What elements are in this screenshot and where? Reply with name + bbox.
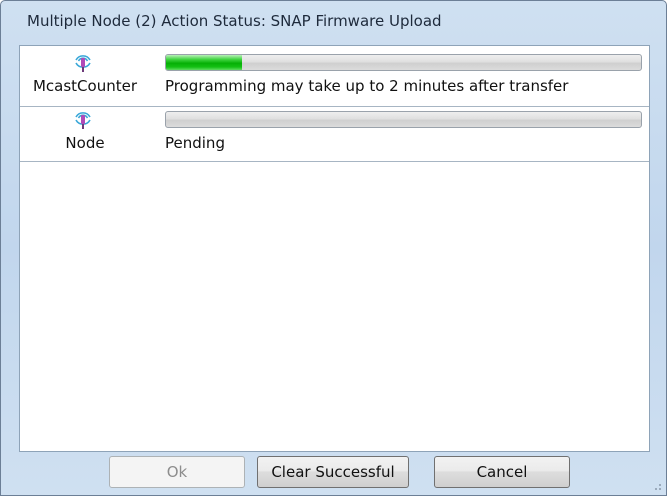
clear-successful-button[interactable]: Clear Successful [257, 456, 409, 488]
list-item[interactable]: Node Pending [20, 106, 649, 162]
list-item[interactable]: McastCounter Programming may take up to … [20, 49, 649, 107]
title-bar[interactable]: Multiple Node (2) Action Status: SNAP Fi… [1, 1, 666, 43]
node-name: McastCounter [32, 77, 138, 95]
status-text: Programming may take up to 2 minutes aft… [165, 77, 569, 95]
wireless-node-icon [75, 55, 91, 72]
node-status-list[interactable]: McastCounter Programming may take up to … [19, 45, 650, 452]
status-text: Pending [165, 134, 225, 152]
wireless-node-icon [75, 112, 91, 129]
cancel-button[interactable]: Cancel [434, 456, 570, 488]
action-status-dialog: Multiple Node (2) Action Status: SNAP Fi… [0, 0, 667, 496]
node-name: Node [65, 134, 105, 152]
progress-bar [165, 54, 642, 71]
progress-fill [166, 55, 242, 70]
resize-grip-icon[interactable] [652, 481, 662, 491]
progress-bar [165, 111, 642, 128]
ok-button[interactable]: Ok [109, 456, 245, 488]
window-title: Multiple Node (2) Action Status: SNAP Fi… [27, 12, 442, 30]
